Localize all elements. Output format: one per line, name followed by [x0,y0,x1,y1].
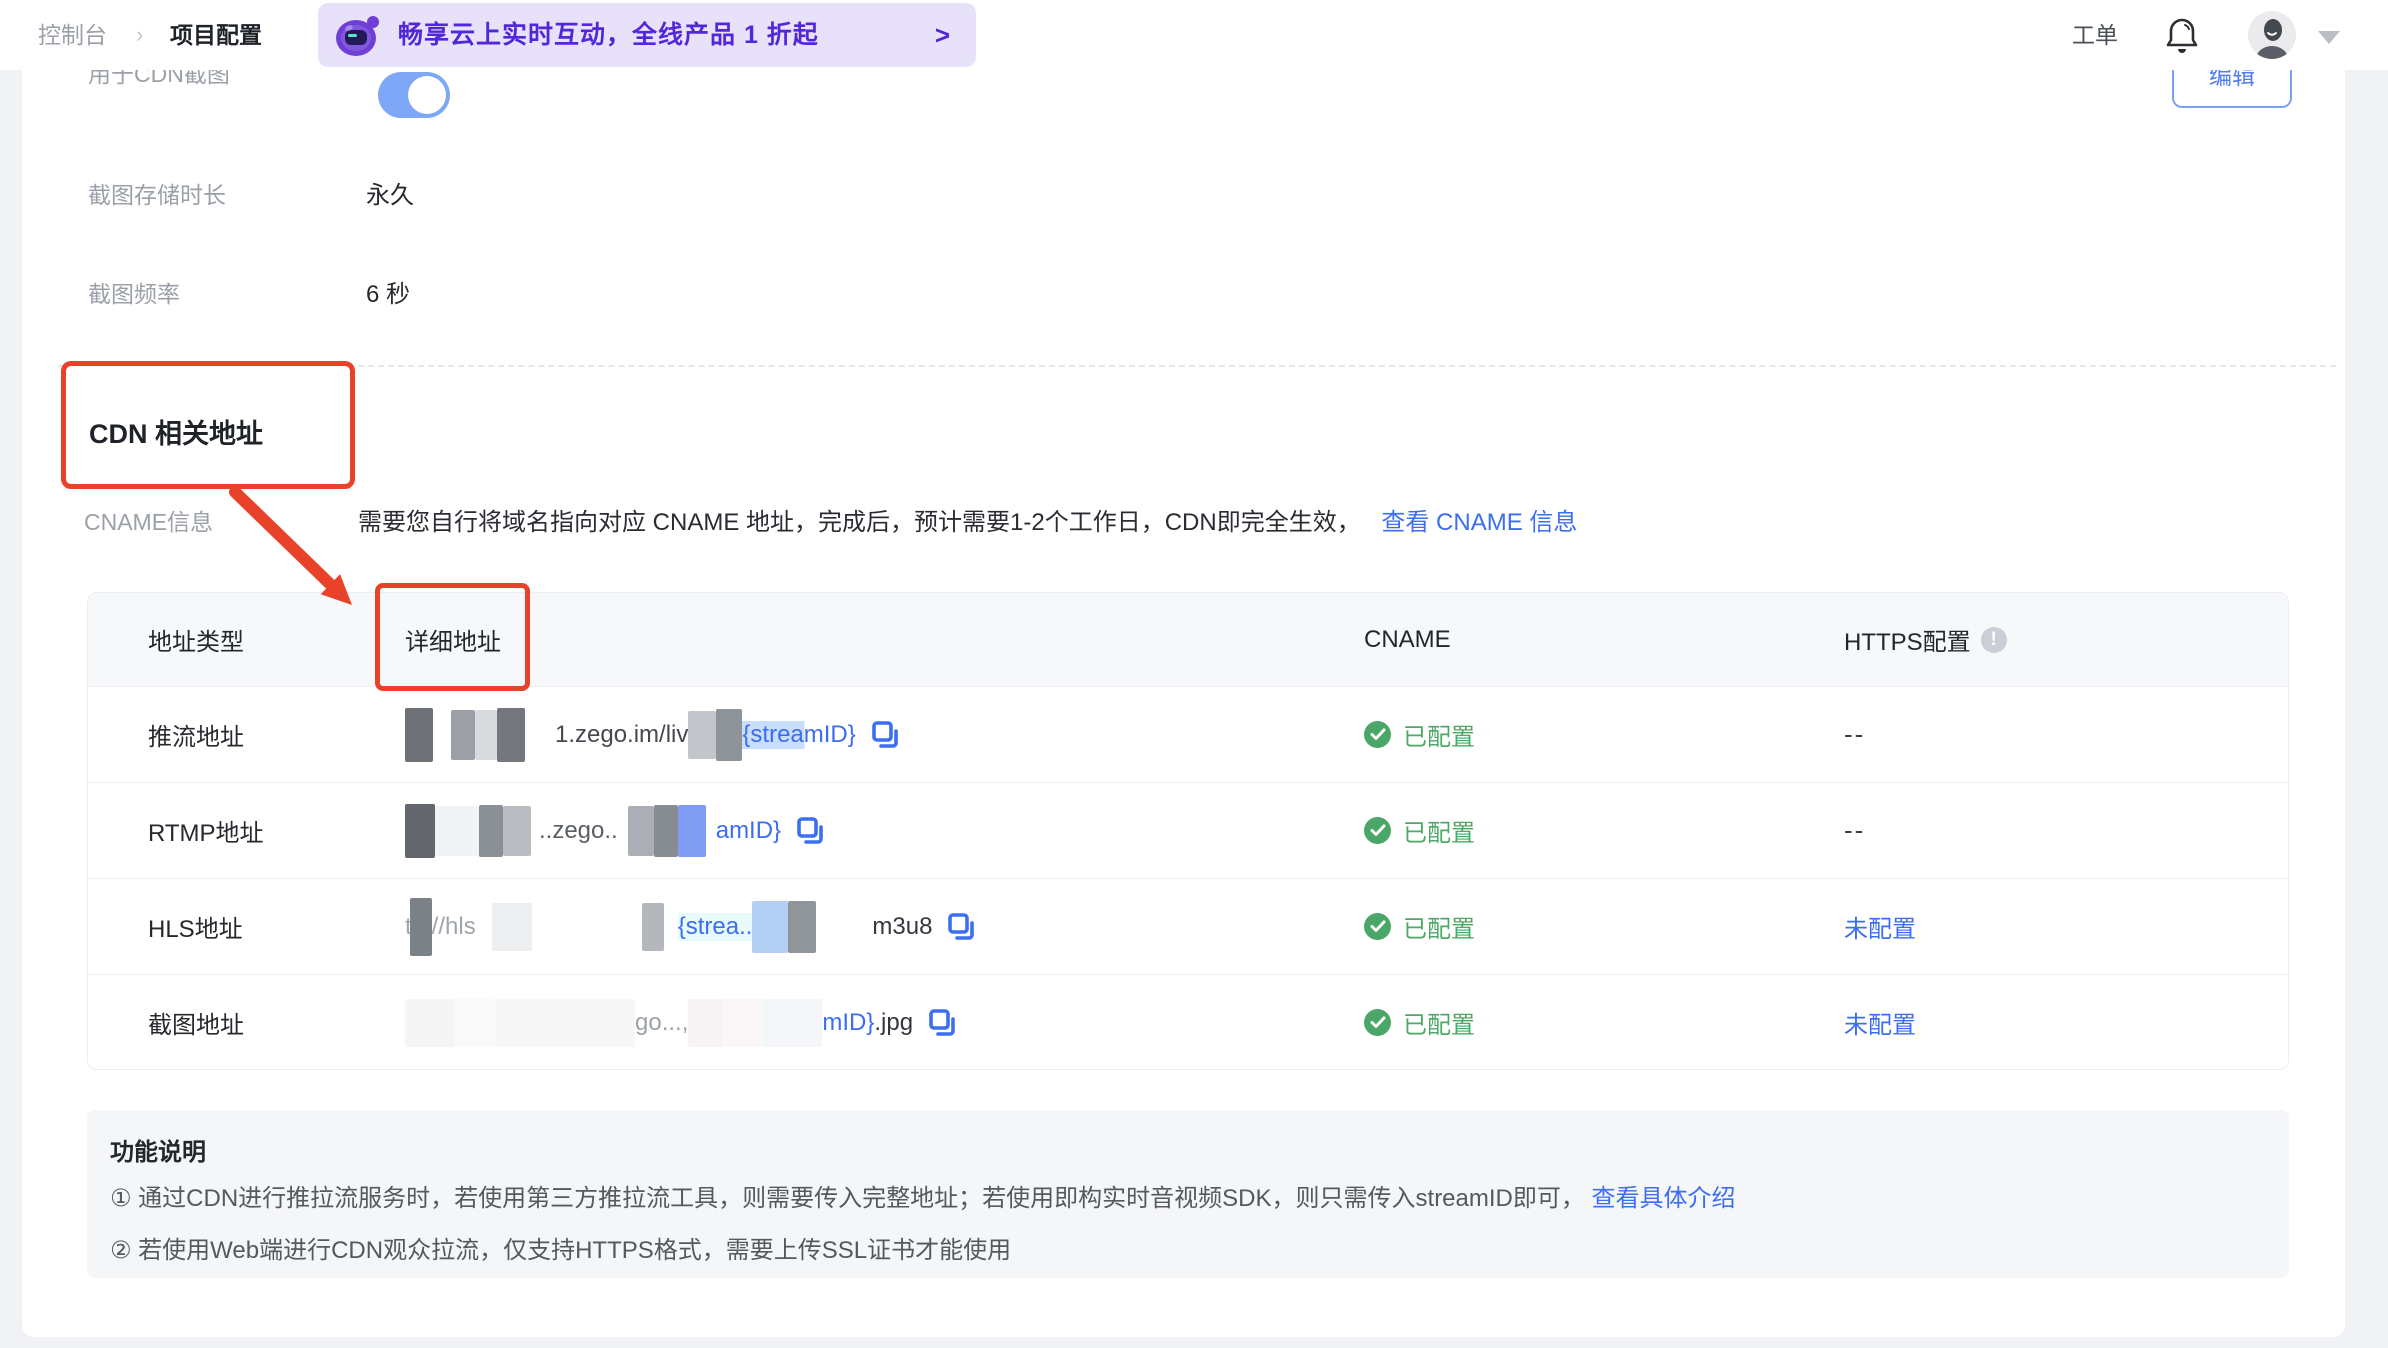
mascot-icon [336,16,379,56]
toggle-knob [408,76,446,114]
row-type-label: 推流地址 [148,724,244,751]
row-type-label: RTMP地址 [148,820,264,847]
https-configure-link[interactable]: 未配置 [1844,909,1916,944]
avatar-person-icon [2256,19,2288,59]
frequency-value: 6 秒 [366,281,411,308]
https-status: -- [1844,815,1866,845]
row-detail-url: 1.zego.im/liv {streamID} [405,687,900,782]
check-icon [1364,913,1391,940]
frequency-label: 截图频率 [88,281,180,307]
cname-status-badge: 已配置 [1364,813,1475,848]
table-row: 截图地址 go..., mID} .jpg 已配置 未配置 [88,974,2288,1069]
cname-status-badge: 已配置 [1364,909,1475,944]
annotation-box-section-title: CDN 相关地址 [61,361,355,489]
https-status: -- [1844,719,1866,749]
view-cname-link[interactable]: 查看 CNAME 信息 [1381,509,1577,536]
view-details-link[interactable]: 查看具体介绍 [1592,1185,1736,1212]
breadcrumb-current: 项目配置 [170,22,262,48]
promo-arrow-icon: > [934,20,950,50]
cdn-screenshot-toggle[interactable] [378,72,450,118]
copy-icon[interactable] [795,816,825,846]
account-dropdown-caret-icon[interactable] [2318,31,2340,44]
note-item-1: ① 通过CDN进行推拉流服务时，若使用第三方推拉流工具，则需要传入完整地址；若使… [110,1185,1736,1212]
cname-status-badge: 已配置 [1364,717,1475,752]
row-type-label: 截图地址 [148,1012,244,1039]
dashed-divider [58,365,2336,367]
https-configure-link[interactable]: 未配置 [1844,1005,1916,1040]
row-detail-url: ..zego.. amID} [405,783,825,878]
storage-duration-value: 永久 [366,182,414,209]
row-detail-url: go..., mID} .jpg [405,975,957,1069]
breadcrumb-root[interactable]: 控制台 [38,0,107,70]
promo-banner[interactable]: 畅享云上实时互动，全线产品 1 折起 > [318,3,976,67]
storage-duration-label: 截图存储时长 [88,182,226,208]
row-type-label: HLS地址 [148,916,243,943]
user-avatar[interactable] [2248,11,2296,59]
header-address-type: 地址类型 [148,629,244,656]
check-icon [1364,1009,1391,1036]
feature-notes-box: 功能说明 ① 通过CDN进行推拉流服务时，若使用第三方推拉流工具，则需要传入完整… [87,1110,2289,1278]
ticket-link[interactable]: 工单 [2072,0,2118,70]
check-icon [1364,817,1391,844]
copy-icon[interactable] [870,720,900,750]
notification-bell-icon[interactable] [2164,17,2200,55]
top-header: 控制台 › 项目配置 畅享云上实时互动，全线产品 1 折起 > 工单 [0,0,2388,70]
content-card: 用于CDN截图 编辑 截图存储时长 永久 截图频率 6 秒 CDN 相关地址 C… [22,0,2345,1337]
notes-title: 功能说明 [110,1139,206,1166]
cname-info-label: CNAME信息 [84,509,214,535]
cname-status-badge: 已配置 [1364,1005,1475,1040]
table-row: RTMP地址 ..zego.. amID} 已配置 -- [88,782,2288,878]
https-info-icon[interactable]: ! [1980,626,2007,653]
row-detail-url: tp://hls {strea.. m3u8 [405,879,976,974]
copy-icon[interactable] [946,912,976,942]
annotation-box-detail-column [375,583,530,691]
cname-info-desc: 需要您自行将域名指向对应 CNAME 地址，完成后，预计需要1-2个工作日，CD… [358,509,1578,536]
section-title: CDN 相关地址 [89,419,263,449]
table-row: HLS地址 tp://hls {strea.. m3u8 已配置 未配置 [88,878,2288,974]
header-https: HTTPS配置 ! [1844,593,2007,686]
table-row: 推流地址 1.zego.im/liv {streamID} 已配置 -- [88,686,2288,782]
promo-banner-text: 畅享云上实时互动，全线产品 1 折起 [398,21,819,49]
header-cname: CNAME [1364,625,1451,653]
note-item-2: ② 若使用Web端进行CDN观众拉流，仅支持HTTPS格式，需要上传SSL证书才… [110,1237,1012,1264]
check-icon [1364,721,1391,748]
copy-icon[interactable] [927,1008,957,1038]
breadcrumb-separator-icon: › [136,22,144,47]
